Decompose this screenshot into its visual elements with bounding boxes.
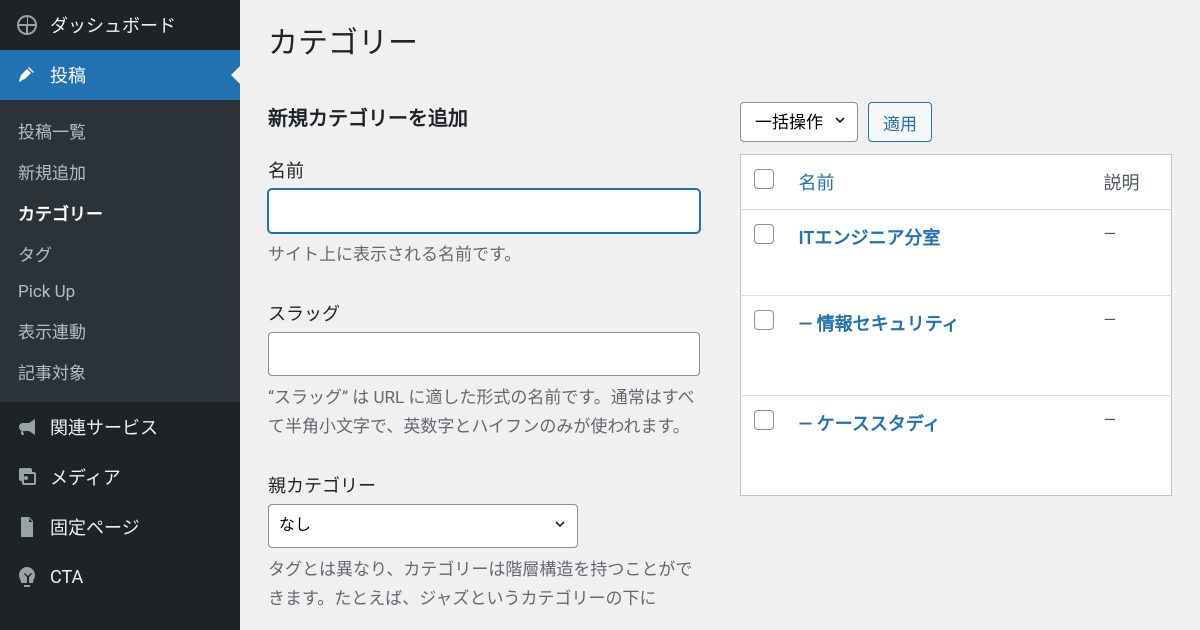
select-all-checkbox[interactable] [754,169,774,189]
admin-sidebar: ダッシュボード 投稿 投稿一覧 新規追加 カテゴリー タグ Pick Up 表示… [0,0,240,630]
menu-related[interactable]: 関連サービス [0,402,240,452]
slug-desc: “スラッグ” は URL に適した形式の名前です。通常はすべて半角小文字で、英数… [268,384,700,442]
menu-pages[interactable]: 固定ページ [0,502,240,552]
menu-label: メディア [50,464,121,490]
category-link[interactable]: ITエンジニア分室 [799,228,941,249]
submenu-category[interactable]: カテゴリー [0,192,240,233]
category-link[interactable]: — ケーススタディ [799,414,941,435]
parent-desc: タグとは異なり、カテゴリーは階層構造を持つことができます。たとえば、ジャズという… [268,556,700,614]
submenu-tag[interactable]: タグ [0,233,240,274]
bulk-action-select[interactable]: 一括操作 [740,102,858,142]
menu-label: 投稿 [50,62,86,88]
posts-submenu: 投稿一覧 新規追加 カテゴリー タグ Pick Up 表示連動 記事対象 [0,100,240,402]
submenu-target[interactable]: 記事対象 [0,351,240,392]
pin-icon [14,62,40,88]
menu-label: ダッシュボード [50,12,176,38]
cta-icon [14,564,40,590]
menu-media[interactable]: メディア [0,452,240,502]
category-list: 一括操作 適用 名前 説明 [740,102,1172,630]
row-desc: — [1092,396,1172,496]
dashboard-icon [14,12,40,38]
media-icon [14,464,40,490]
name-desc: サイト上に表示される名前です。 [268,241,700,270]
menu-cta[interactable]: CTA [0,552,240,602]
row-desc: — [1092,210,1172,296]
main-content: カテゴリー 新規カテゴリーを追加 名前 サイト上に表示される名前です。 スラッグ… [240,0,1200,630]
category-table: 名前 説明 ITエンジニア分室 — — 情報セキュリティ — [740,154,1172,496]
megaphone-icon [14,414,40,440]
apply-button[interactable]: 適用 [868,102,932,142]
parent-select[interactable]: なし [268,504,578,548]
submenu-display[interactable]: 表示連動 [0,310,240,351]
row-checkbox[interactable] [754,224,774,244]
menu-label: 関連サービス [50,414,158,440]
slug-input[interactable] [268,332,700,376]
row-checkbox[interactable] [754,310,774,330]
col-name[interactable]: 名前 [787,155,1092,210]
menu-label: 固定ページ [50,514,140,540]
category-link[interactable]: — 情報セキュリティ [799,314,960,335]
add-category-form: 新規カテゴリーを追加 名前 サイト上に表示される名前です。 スラッグ “スラッグ… [268,102,700,630]
submenu-new-post[interactable]: 新規追加 [0,151,240,192]
col-desc[interactable]: 説明 [1092,155,1172,210]
name-input[interactable] [268,189,700,233]
row-checkbox[interactable] [754,410,774,430]
menu-posts[interactable]: 投稿 [0,50,240,100]
submenu-pickup[interactable]: Pick Up [0,274,240,310]
submenu-all-posts[interactable]: 投稿一覧 [0,110,240,151]
table-row: ITエンジニア分室 — [741,210,1172,296]
parent-label: 親カテゴリー [268,472,700,498]
page-icon [14,514,40,540]
table-row: — 情報セキュリティ — [741,296,1172,396]
form-heading: 新規カテゴリーを追加 [268,102,700,131]
slug-label: スラッグ [268,300,700,326]
page-title: カテゴリー [268,18,1172,62]
name-label: 名前 [268,157,700,183]
table-row: — ケーススタディ — [741,396,1172,496]
row-desc: — [1092,296,1172,396]
menu-label: CTA [50,567,83,588]
menu-dashboard[interactable]: ダッシュボード [0,0,240,50]
